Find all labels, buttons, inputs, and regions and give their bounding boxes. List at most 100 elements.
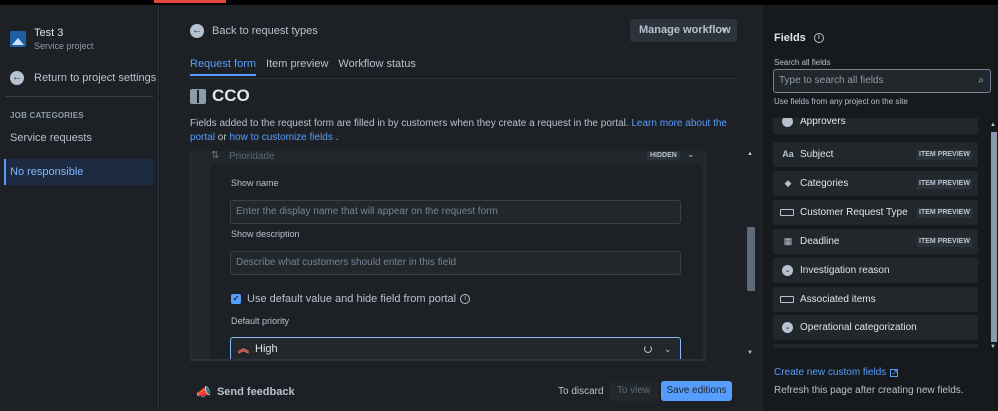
double-chevron-circle-icon: ⌄ [782,322,793,333]
return-to-settings-link[interactable]: ← Return to project settings [10,71,156,85]
info-icon[interactable]: i [460,294,471,304]
main-scrollbar[interactable]: ▲ ▼ [746,151,756,361]
field-item-customer-request-type[interactable]: Customer Request Type ITEM PREVIEW [773,200,978,225]
scroll-up-icon[interactable]: ▲ [747,151,753,157]
manage-workflow-button[interactable]: Manage workflow ▼ [630,19,737,42]
item-preview-badge: ITEM PREVIEW [917,237,972,247]
sidebar-item-service-requests[interactable]: Service requests [10,132,92,144]
tab-item-preview[interactable]: Item preview [266,58,328,76]
show-name-label: Show name [231,178,279,188]
calendar-icon: ▦ [783,236,793,246]
search-icon: ⌕ [978,75,984,86]
loading-spinner-icon [644,345,652,353]
send-feedback-button[interactable]: 📣 Send feedback [196,385,295,399]
field-header[interactable]: ⇅ Prioridade HIDDEN ⌄ [211,151,701,165]
scroll-thumb[interactable] [991,132,997,342]
text-icon: Aa [782,149,794,159]
field-name: Prioridade [229,151,275,162]
period: . [335,132,339,143]
item-preview-badge: ITEM PREVIEW [917,150,972,160]
tag-icon: ◆ [784,178,792,188]
tab-workflow-status[interactable]: Workflow status [338,58,415,76]
fields-list: Approvers Aa Subject ITEM PREVIEW ◆ Cate… [773,118,978,348]
refresh-hint: Refresh this page after creating new fie… [774,385,964,396]
field-item-deadline[interactable]: ▦ Deadline ITEM PREVIEW [773,229,978,254]
chevron-down-icon[interactable]: ⌄ [687,151,695,160]
chevron-down-icon: ▼ [720,26,728,35]
field-item-label: Customer Request Type [800,207,908,218]
chevron-down-icon: ⌄ [664,344,672,354]
search-input[interactable]: Type to search all fields ⌕ [773,69,991,93]
manage-label: Manage workflow [639,24,731,36]
chevron-circle-icon: ⌄ [782,265,793,276]
user-circle-icon [782,118,793,127]
create-label: Create new custom fields [774,367,887,378]
project-header[interactable]: Test 3 Service project [10,27,94,52]
or-text: or [217,132,227,143]
show-name-input[interactable]: Enter the display name that will appear … [230,200,681,224]
field-item-associated-items[interactable]: Associated items [773,287,978,312]
sidebar-heading: JOB CATEGORIES [10,111,84,120]
customize-fields-link[interactable]: how to customize fields [229,132,332,143]
show-description-input[interactable]: Describe what customers should enter in … [230,251,681,275]
rect-icon [780,209,794,216]
description-text: Fields added to the request form are fil… [190,118,629,129]
field-item-label: Categories [800,178,849,189]
discard-button[interactable]: To discard [558,386,604,397]
field-item-categories[interactable]: ◆ Categories ITEM PREVIEW [773,171,978,196]
sidebar-divider [6,96,153,97]
field-item-operational-categorization[interactable]: ⌄ Operational categorization [773,315,978,340]
panel-bottom-border [190,359,706,361]
checkbox-checked-icon[interactable]: ✓ [231,294,241,304]
external-link-icon: ↗ [890,367,899,377]
fields-panel-title: Fields i [774,32,824,44]
field-config-panel: ⇅ Prioridade HIDDEN ⌄ Show name Enter th… [190,151,706,359]
scroll-down-icon[interactable]: ▼ [990,344,996,350]
form-footer: 📣 Send feedback To discard To view Save … [160,369,763,411]
field-item-label: Investigation reason [800,265,890,276]
show-description-label: Show description [231,229,300,239]
item-preview-badge: ITEM PREVIEW [917,179,972,189]
arrow-left-circle-icon: ← [190,24,204,38]
field-item-label: Associated items [800,294,876,305]
info-icon[interactable]: i [813,33,824,43]
main-content: ← Back to request types Manage workflow … [160,5,763,411]
search-placeholder: Type to search all fields [779,75,884,86]
scroll-thumb[interactable] [747,227,755,291]
search-label: Search all fields [774,58,831,67]
tab-request-form[interactable]: Request form [190,58,257,76]
save-button[interactable]: Save editions [661,381,732,401]
hidden-badge: HIDDEN [647,151,680,160]
scroll-down-icon[interactable]: ▼ [747,350,753,356]
field-item-investigation-reason[interactable]: ⌄ Investigation reason [773,258,978,283]
default-priority-select[interactable]: ︽ High ⌄ [230,337,681,359]
top-accent [154,0,226,3]
tabs-divider [190,78,737,79]
view-button[interactable]: To view [609,381,658,401]
book-icon [190,88,206,104]
tab-bar: Request form Item preview Workflow statu… [190,58,426,76]
field-item-subject[interactable]: Aa Subject ITEM PREVIEW [773,142,978,167]
megaphone-icon: 📣 [196,385,211,399]
create-custom-fields-link[interactable]: Create new custom fields ↗ [774,367,899,378]
back-to-request-types-link[interactable]: ← Back to request types [190,24,318,38]
arrow-left-circle-icon: ← [10,71,24,85]
drag-handle-icon[interactable]: ⇅ [211,151,219,161]
field-item-partial[interactable] [773,344,978,348]
fields-title-text: Fields [774,32,806,44]
default-priority-label: Default priority [231,316,290,326]
field-item-approvers[interactable]: Approvers [773,118,978,134]
default-value-checkbox-row[interactable]: ✓ Use default value and hide field from … [231,293,471,305]
form-title-text: CCO [212,86,250,105]
left-sidebar: Test 3 Service project ← Return to proje… [0,5,159,411]
scroll-up-icon[interactable]: ▲ [990,122,996,128]
field-item-label: Approvers [800,118,846,127]
priority-value: High [255,343,278,355]
fields-scrollbar[interactable]: ▲ ▼ [990,122,998,354]
sidebar-item-no-responsible[interactable]: No responsible [4,159,153,185]
project-name: Test 3 [34,27,64,39]
feedback-label: Send feedback [216,386,295,398]
rect-icon [780,296,794,303]
field-item-label: Deadline [800,236,840,247]
return-label: Return to project settings [34,72,157,84]
